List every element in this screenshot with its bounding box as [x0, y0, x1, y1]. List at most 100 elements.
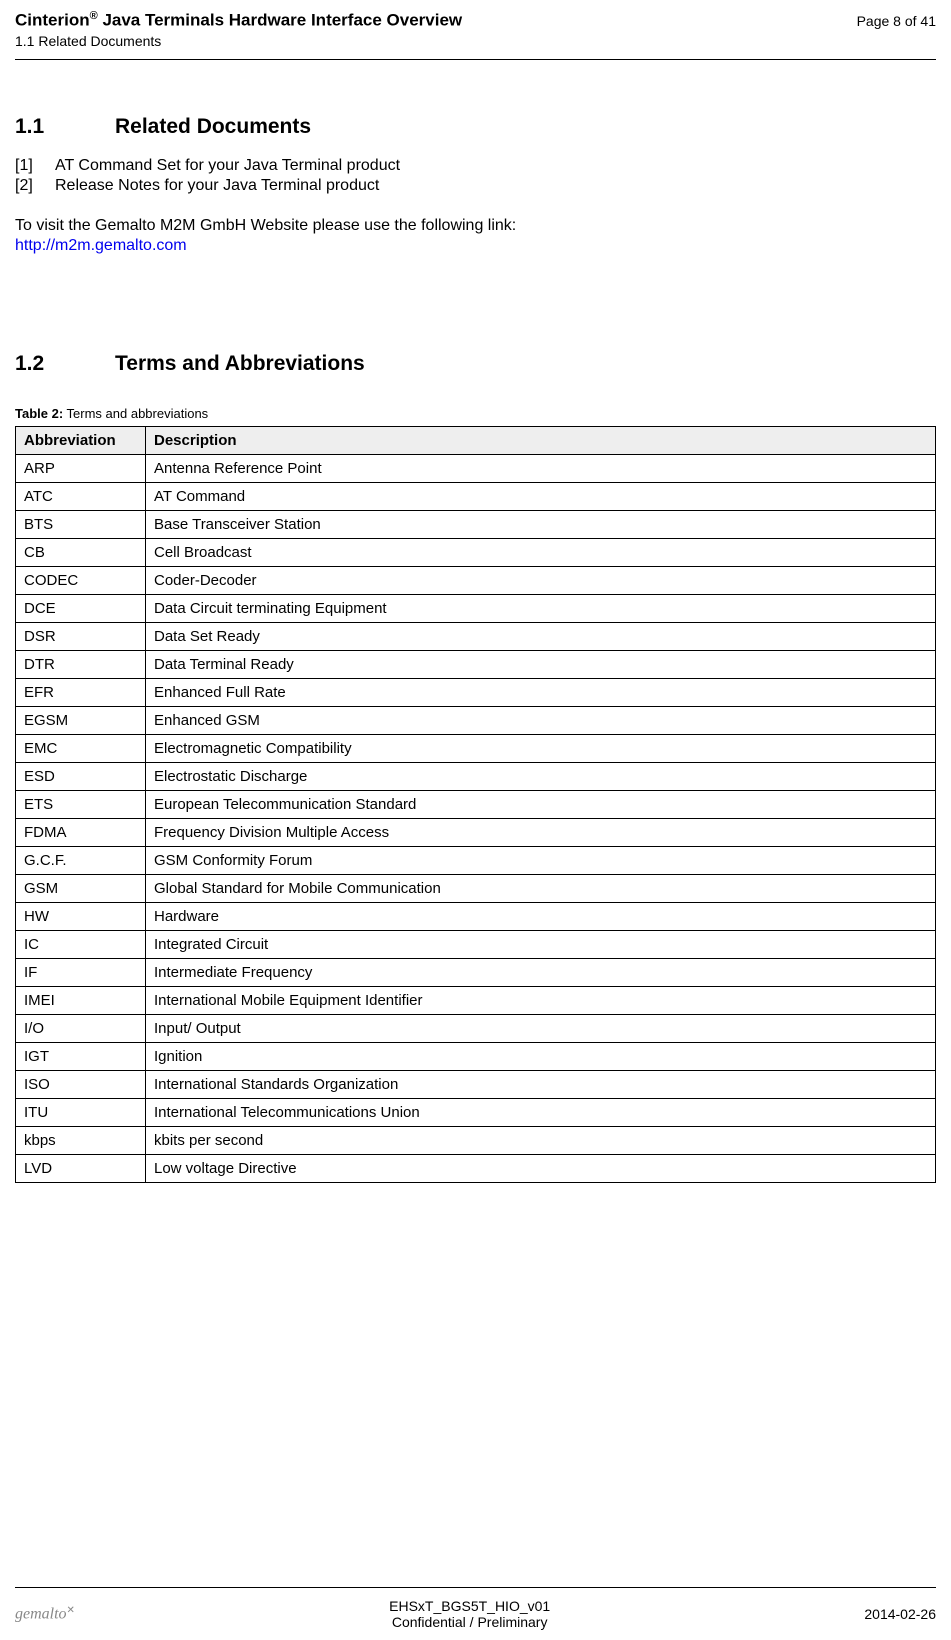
reference-list: [1]AT Command Set for your Java Terminal… — [15, 157, 936, 195]
table-row: I/OInput/ Output — [16, 1014, 936, 1042]
cell-desc: Data Terminal Ready — [146, 650, 936, 678]
section-heading-2: 1.2Terms and Abbreviations — [15, 352, 936, 376]
cell-desc: Ignition — [146, 1042, 936, 1070]
cell-abbr: GSM — [16, 874, 146, 902]
cell-desc: Antenna Reference Point — [146, 454, 936, 482]
website-link[interactable]: http://m2m.gemalto.com — [15, 237, 936, 255]
page-header: Cinterion® Java Terminals Hardware Inter… — [0, 0, 951, 54]
cell-abbr: ATC — [16, 482, 146, 510]
section-num-1: 1.1 — [15, 115, 115, 139]
cell-desc: Integrated Circuit — [146, 930, 936, 958]
cell-desc: International Telecommunications Union — [146, 1098, 936, 1126]
table-row: ATCAT Command — [16, 482, 936, 510]
cell-desc: Low voltage Directive — [146, 1154, 936, 1182]
cell-desc: Global Standard for Mobile Communication — [146, 874, 936, 902]
table-row: ITUInternational Telecommunications Unio… — [16, 1098, 936, 1126]
cell-abbr: FDMA — [16, 818, 146, 846]
ref-bracket: [2] — [15, 177, 55, 195]
cell-abbr: EMC — [16, 734, 146, 762]
table-row: LVDLow voltage Directive — [16, 1154, 936, 1182]
table-row: EGSMEnhanced GSM — [16, 706, 936, 734]
header-subtitle: 1.1 Related Documents — [15, 33, 462, 49]
footer-logo: gemalto✕ — [15, 1605, 75, 1624]
section-title-1: Related Documents — [115, 115, 311, 138]
table-row: ARPAntenna Reference Point — [16, 454, 936, 482]
table-row: FDMAFrequency Division Multiple Access — [16, 818, 936, 846]
cell-desc: Enhanced Full Rate — [146, 678, 936, 706]
cell-desc: kbits per second — [146, 1126, 936, 1154]
logo-star: ✕ — [67, 1605, 75, 1616]
table-row: GSMGlobal Standard for Mobile Communicat… — [16, 874, 936, 902]
ref-text: AT Command Set for your Java Terminal pr… — [55, 157, 400, 174]
cell-desc: Cell Broadcast — [146, 538, 936, 566]
cell-abbr: ITU — [16, 1098, 146, 1126]
brand-name: Cinterion — [15, 11, 90, 30]
footer-row: gemalto✕ EHSxT_BGS5T_HIO_v01 Confidentia… — [15, 1598, 936, 1630]
table-row: BTSBase Transceiver Station — [16, 510, 936, 538]
table-row: G.C.F.GSM Conformity Forum — [16, 846, 936, 874]
abbreviations-table: Abbreviation Description ARPAntenna Refe… — [15, 426, 936, 1183]
cell-desc: Data Set Ready — [146, 622, 936, 650]
ref-item: [1]AT Command Set for your Java Terminal… — [15, 157, 936, 175]
doc-id: EHSxT_BGS5T_HIO_v01 — [389, 1598, 550, 1614]
cell-desc: Input/ Output — [146, 1014, 936, 1042]
cell-desc: GSM Conformity Forum — [146, 846, 936, 874]
title-rest: Java Terminals Hardware Interface Overvi… — [98, 11, 462, 30]
page-content: 1.1Related Documents [1]AT Command Set f… — [0, 60, 951, 1183]
table-row: CBCell Broadcast — [16, 538, 936, 566]
cell-abbr: EGSM — [16, 706, 146, 734]
ref-bracket: [1] — [15, 157, 55, 175]
header-left: Cinterion® Java Terminals Hardware Inter… — [15, 10, 462, 49]
cell-desc: Frequency Division Multiple Access — [146, 818, 936, 846]
cell-desc: Electrostatic Discharge — [146, 762, 936, 790]
table-row: EMCElectromagnetic Compatibility — [16, 734, 936, 762]
table-row: DSRData Set Ready — [16, 622, 936, 650]
ref-item: [2]Release Notes for your Java Terminal … — [15, 177, 936, 195]
section-num-2: 1.2 — [15, 352, 115, 376]
cell-abbr: IF — [16, 958, 146, 986]
cell-desc: Electromagnetic Compatibility — [146, 734, 936, 762]
table-row: ISOInternational Standards Organization — [16, 1070, 936, 1098]
ref-text: Release Notes for your Java Terminal pro… — [55, 177, 379, 194]
cell-desc: European Telecommunication Standard — [146, 790, 936, 818]
table-row: ESDElectrostatic Discharge — [16, 762, 936, 790]
cell-desc: Coder-Decoder — [146, 566, 936, 594]
table-caption: Table 2: Terms and abbreviations — [15, 406, 936, 421]
footer-divider — [15, 1587, 936, 1588]
cell-abbr: LVD — [16, 1154, 146, 1182]
cell-abbr: HW — [16, 902, 146, 930]
col-header-abbr: Abbreviation — [16, 426, 146, 454]
section-title-2: Terms and Abbreviations — [115, 352, 365, 375]
table-row: IGTIgnition — [16, 1042, 936, 1070]
footer-center: EHSxT_BGS5T_HIO_v01 Confidential / Preli… — [389, 1598, 550, 1630]
doc-date: 2014-02-26 — [864, 1606, 936, 1622]
cell-abbr: I/O — [16, 1014, 146, 1042]
table-header-row: Abbreviation Description — [16, 426, 936, 454]
cell-abbr: ARP — [16, 454, 146, 482]
cell-desc: Hardware — [146, 902, 936, 930]
cell-abbr: DTR — [16, 650, 146, 678]
table-row: DCEData Circuit terminating Equipment — [16, 594, 936, 622]
cell-abbr: CB — [16, 538, 146, 566]
cell-abbr: IGT — [16, 1042, 146, 1070]
cell-abbr: CODEC — [16, 566, 146, 594]
cell-abbr: IC — [16, 930, 146, 958]
cell-desc: Base Transceiver Station — [146, 510, 936, 538]
doc-title: Cinterion® Java Terminals Hardware Inter… — [15, 10, 462, 31]
cell-abbr: ETS — [16, 790, 146, 818]
page-number: Page 8 of 41 — [857, 13, 936, 29]
cell-desc: Data Circuit terminating Equipment — [146, 594, 936, 622]
cell-abbr: EFR — [16, 678, 146, 706]
cell-abbr: BTS — [16, 510, 146, 538]
table-row: IFIntermediate Frequency — [16, 958, 936, 986]
body-text: To visit the Gemalto M2M GmbH Website pl… — [15, 217, 936, 235]
table-row: ICIntegrated Circuit — [16, 930, 936, 958]
col-header-desc: Description — [146, 426, 936, 454]
caption-text: Terms and abbreviations — [63, 406, 208, 421]
cell-desc: International Standards Organization — [146, 1070, 936, 1098]
table-row: kbpskbits per second — [16, 1126, 936, 1154]
cell-abbr: ESD — [16, 762, 146, 790]
cell-desc: International Mobile Equipment Identifie… — [146, 986, 936, 1014]
cell-abbr: DSR — [16, 622, 146, 650]
cell-desc: Enhanced GSM — [146, 706, 936, 734]
